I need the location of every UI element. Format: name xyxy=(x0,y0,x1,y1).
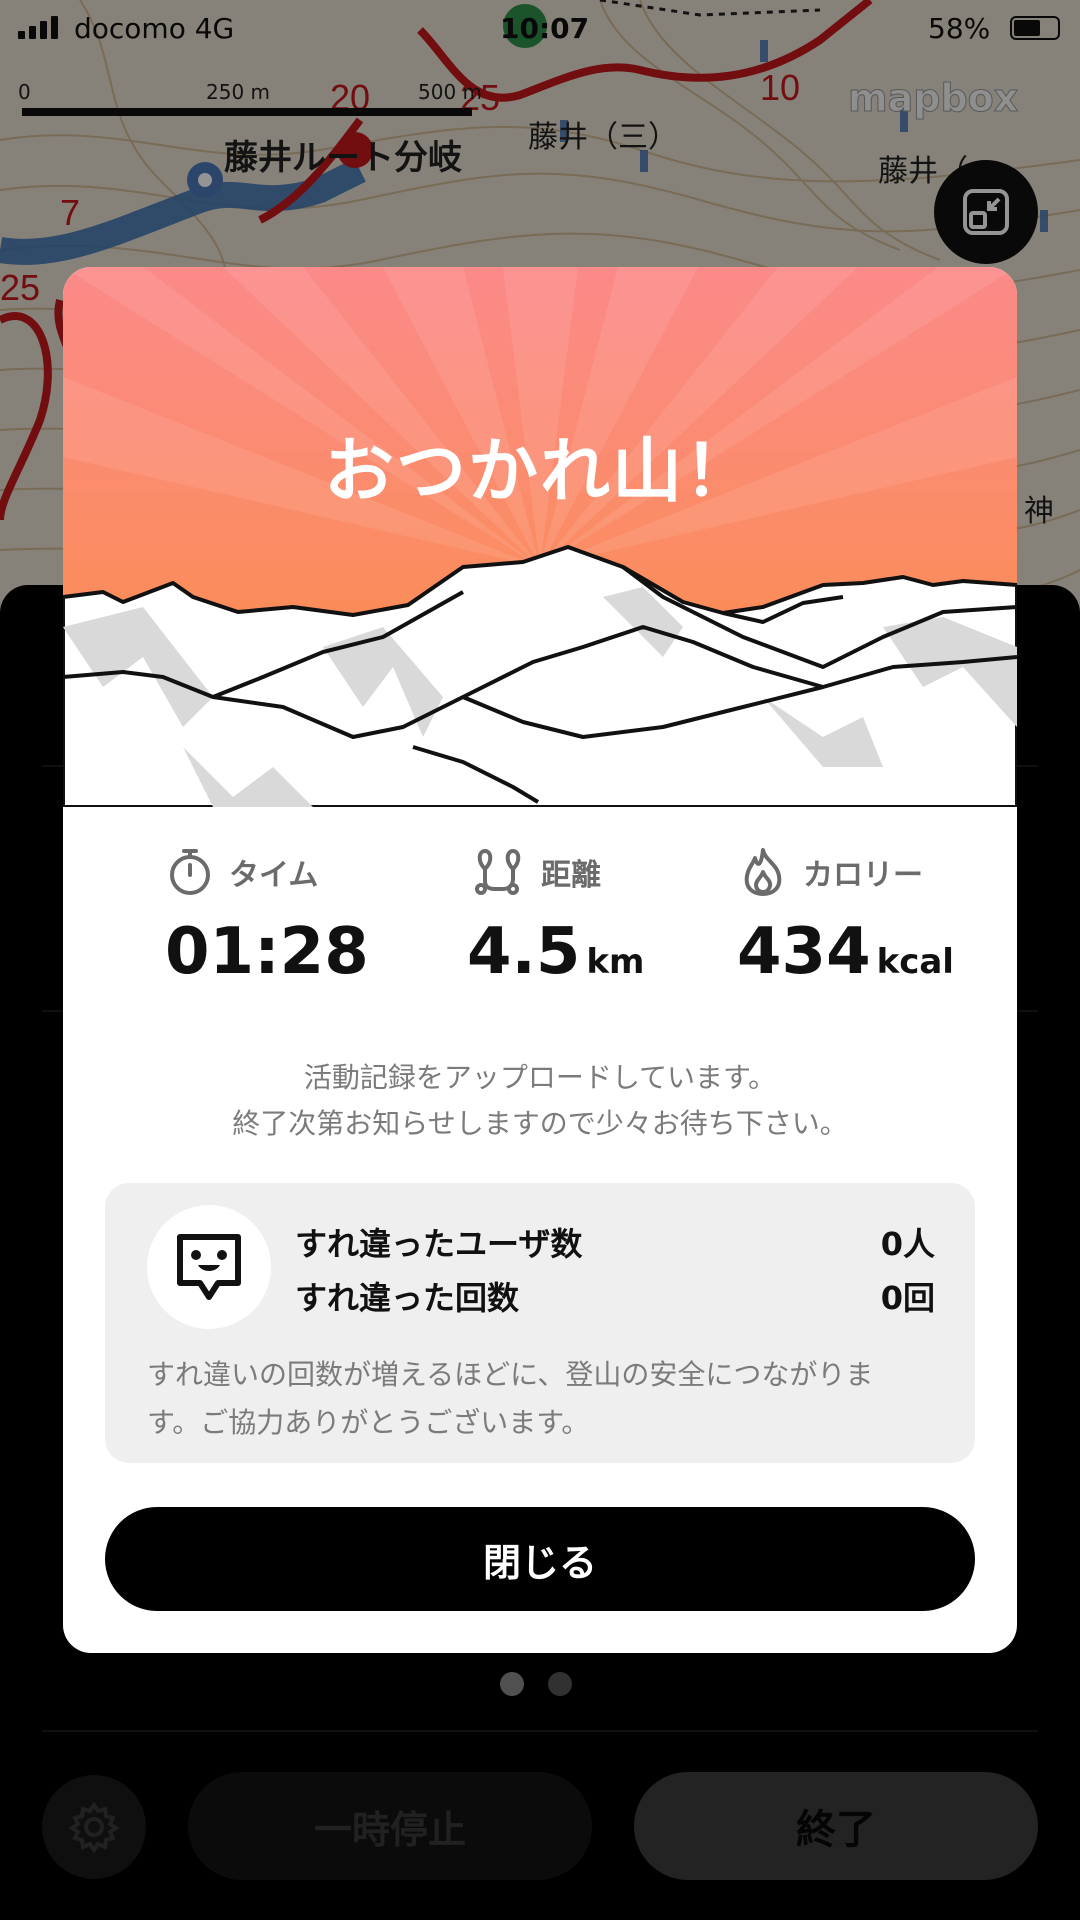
stat-calories-header: カロリー xyxy=(739,847,923,897)
stopwatch-icon xyxy=(170,849,210,895)
encounter-note-line2: す。ご協力ありがとうございます。 xyxy=(147,1406,590,1439)
completion-modal: おつかれ山！ タイム 01:28 距離 4.5 km カロリー 434 kcal… xyxy=(63,267,1017,1653)
modal-title: おつかれ山！ xyxy=(324,430,756,512)
stat-time-value: 01:28 xyxy=(165,915,375,989)
encounter-card: すれ違ったユーザ数 0人 すれ違った回数 0回 すれ違いの回数が増えるほどに、登… xyxy=(105,1183,975,1463)
activity-stats: タイム 01:28 距離 4.5 km カロリー 434 kcal xyxy=(63,847,1017,997)
stat-time-number: 01:28 xyxy=(165,915,369,989)
stat-calories-value: 434 kcal xyxy=(737,915,954,989)
mountain-illustration xyxy=(63,267,1017,807)
encounter-note-line1: すれ違いの回数が増えるほどに、登山の安全につながりま xyxy=(147,1358,874,1391)
stat-distance-number: 4.5 xyxy=(467,915,581,989)
stat-distance-value: 4.5 km xyxy=(467,915,644,989)
encounter-users-value: 0人 xyxy=(880,1225,935,1263)
close-button[interactable]: 閉じる xyxy=(105,1507,975,1611)
encounter-note: すれ違いの回数が増えるほどに、登山の安全につながりま す。ご協力ありがとうござい… xyxy=(147,1351,947,1447)
encounter-avatar xyxy=(147,1205,271,1329)
chat-face-icon xyxy=(177,1234,241,1300)
upload-status-message: 活動記録をアップロードしています。 終了次第お知らせしますので少々お待ち下さい。 xyxy=(63,1055,1017,1147)
stat-distance-label: 距離 xyxy=(541,858,601,893)
hero-banner: おつかれ山！ xyxy=(63,267,1017,807)
stat-distance-unit: km xyxy=(586,942,645,982)
stat-calories-unit: kcal xyxy=(876,942,954,982)
upload-message-line1: 活動記録をアップロードしています。 xyxy=(303,1061,777,1094)
screen: 7 25 20 25 10 docomo 4G 10:07 58% 0 250 … xyxy=(0,0,1080,1920)
stat-calories-number: 434 xyxy=(737,915,871,989)
encounter-count-value: 0回 xyxy=(880,1279,935,1317)
stat-time-header: タイム xyxy=(167,847,318,897)
stat-distance: 距離 4.5 km xyxy=(381,847,699,997)
stat-calories-label: カロリー xyxy=(803,858,923,893)
encounter-count-row: すれ違った回数 0回 xyxy=(295,1273,935,1319)
encounter-users-label: すれ違ったユーザ数 xyxy=(295,1225,583,1263)
stat-calories: カロリー 434 kcal xyxy=(699,847,1017,997)
encounter-users-row: すれ違ったユーザ数 0人 xyxy=(295,1219,935,1265)
stat-time-label: タイム xyxy=(229,858,319,893)
route-icon xyxy=(475,849,521,895)
flame-icon xyxy=(744,848,782,896)
stat-distance-header: 距離 xyxy=(473,847,601,897)
upload-message-line2: 終了次第お知らせしますので少々お待ち下さい。 xyxy=(232,1107,848,1140)
stat-time: タイム 01:28 xyxy=(63,847,381,997)
encounter-count-label: すれ違った回数 xyxy=(295,1279,520,1317)
